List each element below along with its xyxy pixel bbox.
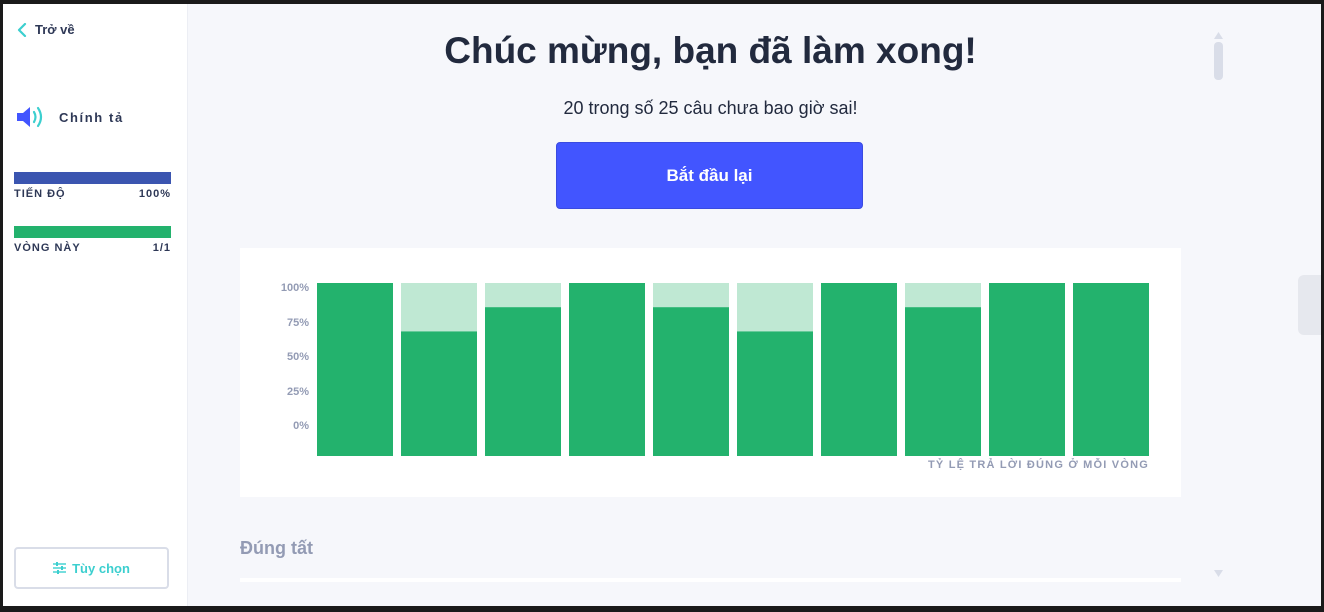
scroll-down-icon[interactable]	[1214, 570, 1223, 577]
result-summary: 20 trong số 25 câu chưa bao giờ sai!	[563, 98, 858, 118]
y-tick-label: 25%	[287, 386, 309, 398]
page-title: Chúc mừng, bạn đã làm xong!	[444, 30, 977, 71]
progress-value: 100%	[138, 188, 171, 200]
app-window: Trở về Chính tả TIẾN ĐỘ 100% VÒNG NÀY 1/…	[3, 4, 1321, 606]
chart-card: 100% 75% 50% 25% 0% TỶ LỆ TRẢ LỜI ĐÚNG Ở MỖI …	[240, 248, 1181, 497]
bar	[821, 283, 897, 456]
scrollbar-thumb[interactable]	[1214, 42, 1223, 80]
bar	[653, 307, 729, 456]
progress-label: TIẾN ĐỘ	[14, 188, 66, 200]
back-button[interactable]: Trở về	[17, 22, 75, 37]
bar	[737, 331, 813, 456]
bar	[569, 283, 645, 456]
section-title: Đúng tất	[240, 538, 313, 558]
side-panel-tab[interactable]	[1298, 275, 1321, 335]
scroll-up-icon[interactable]	[1214, 32, 1223, 39]
restart-button[interactable]: Bắt đầu lại	[556, 142, 863, 209]
study-mode: Chính tả	[15, 104, 124, 130]
y-tick-label: 75%	[287, 317, 309, 329]
chevron-left-icon	[17, 22, 27, 37]
y-tick-label: 100%	[281, 282, 309, 294]
x-axis-label: TỶ LỆ TRẢ LỜI ĐÚNG Ở MỖI VÒNG	[928, 458, 1149, 471]
options-label: Tùy chọn	[72, 560, 130, 576]
bar	[1073, 283, 1149, 456]
mode-label: Chính tả	[59, 109, 124, 125]
round-meter: VÒNG NÀY 1/1	[14, 226, 171, 254]
bar	[485, 307, 561, 456]
sliders-icon	[53, 562, 67, 574]
round-label: VÒNG NÀY	[14, 242, 81, 254]
speaker-icon	[17, 106, 43, 128]
sidebar: Trở về Chính tả TIẾN ĐỘ 100% VÒNG NÀY 1/…	[3, 4, 188, 606]
progress-meter: TIẾN ĐỘ 100%	[14, 172, 171, 200]
bar	[989, 283, 1065, 456]
options-button[interactable]: Tùy chọn	[14, 547, 169, 589]
section-divider	[240, 578, 1181, 582]
results-panel: Chúc mừng, bạn đã làm xong! 20 trong số …	[188, 4, 1321, 606]
bar	[905, 307, 981, 456]
back-label: Trở về	[35, 22, 75, 37]
round-value: 1/1	[152, 242, 171, 254]
round-bar	[14, 226, 171, 238]
bar	[401, 331, 477, 456]
y-tick-label: 50%	[287, 351, 309, 363]
results-chart: 100% 75% 50% 25% 0% TỶ LỆ TRẢ LỜI ĐÚNG Ở MỖI …	[281, 282, 1149, 471]
progress-bar	[14, 172, 171, 184]
bar	[317, 283, 393, 456]
y-tick-label: 0%	[293, 420, 309, 432]
